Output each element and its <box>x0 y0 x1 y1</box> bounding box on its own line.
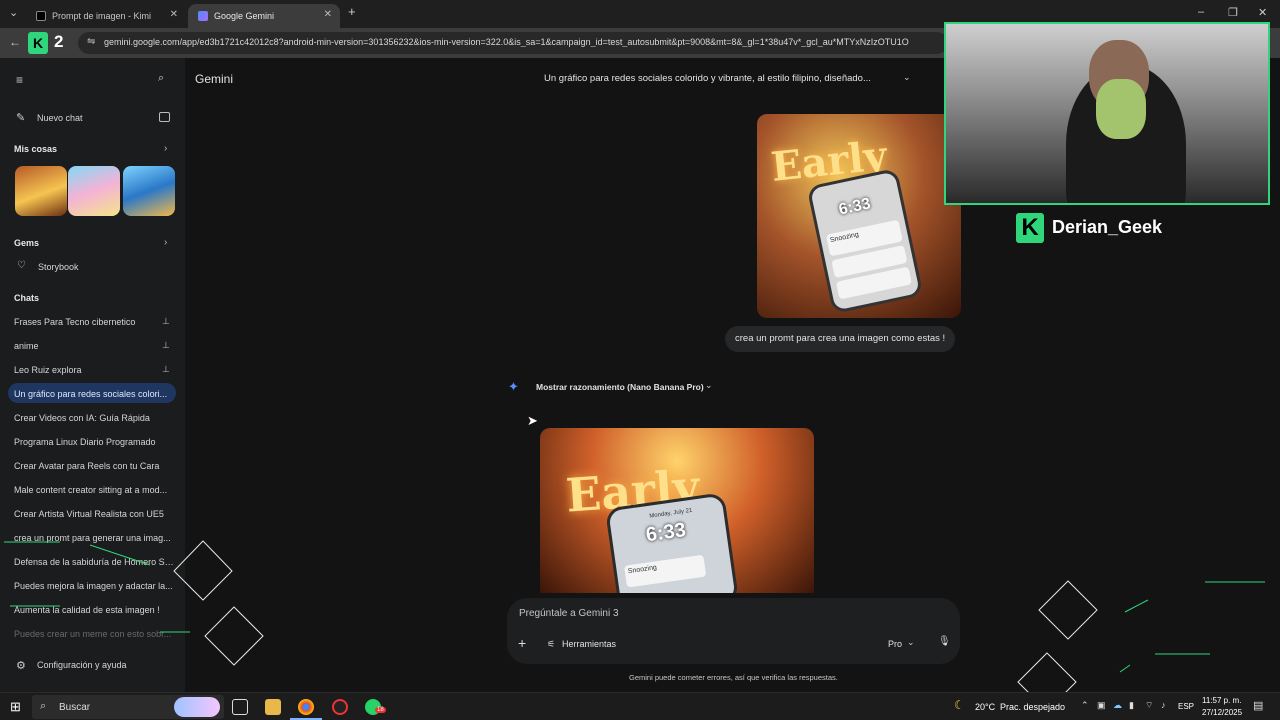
figurine <box>1096 79 1146 139</box>
task-view-icon[interactable] <box>232 699 248 715</box>
cloud-icon[interactable]: ☁ <box>1113 700 1122 711</box>
search-icon: ⌕ <box>40 700 47 712</box>
windows-start-icon[interactable]: ⊞ <box>10 699 21 715</box>
taskbar: ⊞ ⌕ Buscar 18 ☾ 20°C Prac. despejado ⌃ ▣… <box>0 692 1280 720</box>
diamond-shape <box>204 606 264 666</box>
search-highlight-icon <box>174 697 220 717</box>
webcam-overlay <box>944 22 1270 205</box>
speaker-icon[interactable]: ♪ <box>1161 700 1166 710</box>
diamond-shape <box>173 540 233 601</box>
streamer-logo-icon: K <box>1016 213 1044 243</box>
wifi-icon[interactable]: ⌔ <box>1145 700 1153 711</box>
diamond-shape <box>1017 652 1077 692</box>
record-app-icon[interactable] <box>332 699 348 715</box>
language-indicator[interactable]: ESP <box>1178 702 1194 711</box>
clock-date[interactable]: 27/12/2025 <box>1202 708 1242 717</box>
chrome-icon[interactable] <box>298 699 314 715</box>
clock-time[interactable]: 11:57 p. m. <box>1202 696 1241 705</box>
diamond-shape <box>1038 580 1098 640</box>
file-explorer-icon[interactable] <box>265 699 281 715</box>
weather-desc[interactable]: Prac. despejado <box>1000 702 1065 712</box>
chevron-up-icon[interactable]: ⌃ <box>1081 700 1089 711</box>
taskbar-search-input[interactable]: Buscar <box>59 702 90 713</box>
notification-badge: 18 <box>375 707 386 713</box>
weather-icon[interactable]: ☾ <box>954 698 965 712</box>
microphone-tray-icon[interactable]: ▮ <box>1129 700 1134 711</box>
taskbar-search-box[interactable]: ⌕ Buscar <box>32 695 224 719</box>
weather-temp[interactable]: 20°C <box>975 702 995 712</box>
tray-icon[interactable]: ▣ <box>1097 700 1106 711</box>
notifications-icon[interactable]: ▤ <box>1253 699 1263 712</box>
streamer-name: Derian_Geek <box>1052 217 1163 237</box>
